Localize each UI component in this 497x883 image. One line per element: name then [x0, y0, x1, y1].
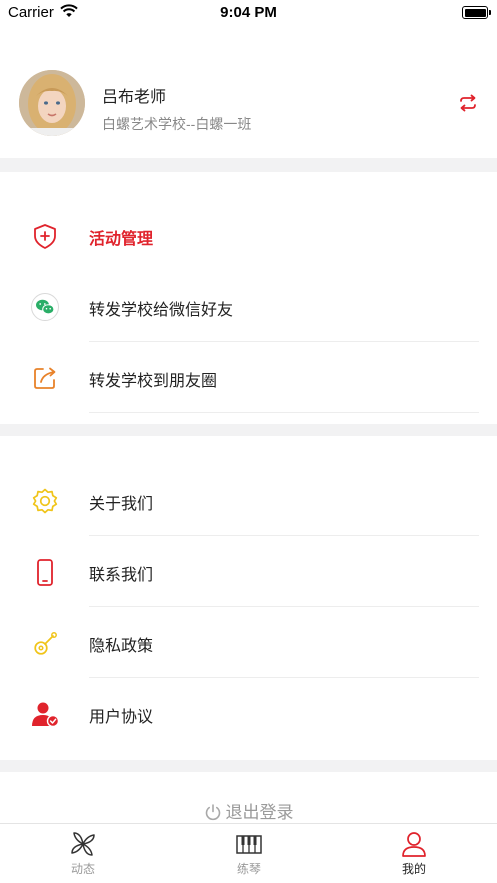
profile-icon: [402, 832, 426, 857]
avatar[interactable]: [19, 70, 85, 136]
user-name: 吕布老师: [102, 89, 167, 106]
battery-icon: [462, 6, 491, 19]
user-check-icon: [32, 702, 60, 728]
section-divider: [0, 760, 497, 772]
row-divider: [89, 412, 479, 413]
pinwheel-icon: [71, 832, 95, 856]
user-school: 白螺艺术学校--白螺一班: [102, 116, 252, 132]
menu-label: 关于我们: [89, 496, 154, 513]
menu-label: 活动管理: [89, 231, 154, 248]
menu-item-about-us[interactable]: 关于我们: [0, 465, 497, 536]
power-icon: [205, 804, 220, 821]
menu-item-user-agreement[interactable]: 用户协议: [0, 678, 497, 749]
tab-label: 动态: [70, 862, 95, 876]
section-divider: [0, 158, 497, 172]
wechat-icon: [31, 293, 59, 321]
menu-item-activity-management[interactable]: 活动管理: [0, 200, 497, 271]
menu-label: 转发学校到朋友圈: [89, 373, 218, 390]
tab-label: 练琴: [236, 862, 261, 876]
logout-label: 退出登录: [225, 803, 294, 822]
status-bar: Carrier 9:04 PM: [0, 0, 497, 26]
tab-bar: 动态 练琴 我的: [0, 823, 497, 883]
section-divider: [0, 424, 497, 436]
profile-header[interactable]: 吕布老师 白螺艺术学校--白螺一班: [0, 60, 497, 158]
clock: 9:04 PM: [220, 4, 277, 21]
tab-feed[interactable]: 动态: [43, 830, 123, 877]
gear-icon: [32, 488, 58, 514]
menu-label: 转发学校给微信好友: [89, 302, 234, 319]
piano-icon: [236, 835, 262, 854]
menu-label: 用户协议: [89, 709, 154, 726]
tab-mine[interactable]: 我的: [374, 830, 454, 877]
menu-item-privacy-policy[interactable]: 隐私政策: [0, 607, 497, 678]
menu-item-share-wechat-friend[interactable]: 转发学校给微信好友: [0, 271, 497, 342]
phone-icon: [37, 559, 53, 586]
menu-item-share-moments[interactable]: 转发学校到朋友圈: [0, 342, 497, 413]
tab-label: 我的: [401, 862, 426, 876]
menu-label: 联系我们: [89, 567, 154, 584]
logout-button[interactable]: 退出登录: [0, 798, 497, 823]
switch-icon[interactable]: [457, 92, 479, 114]
menu-item-contact-us[interactable]: 联系我们: [0, 536, 497, 607]
share-icon: [34, 367, 56, 389]
menu-label: 隐私政策: [89, 638, 154, 655]
tab-practice[interactable]: 练琴: [209, 830, 289, 877]
key-icon: [34, 632, 57, 655]
shield-plus-icon: [34, 224, 56, 249]
